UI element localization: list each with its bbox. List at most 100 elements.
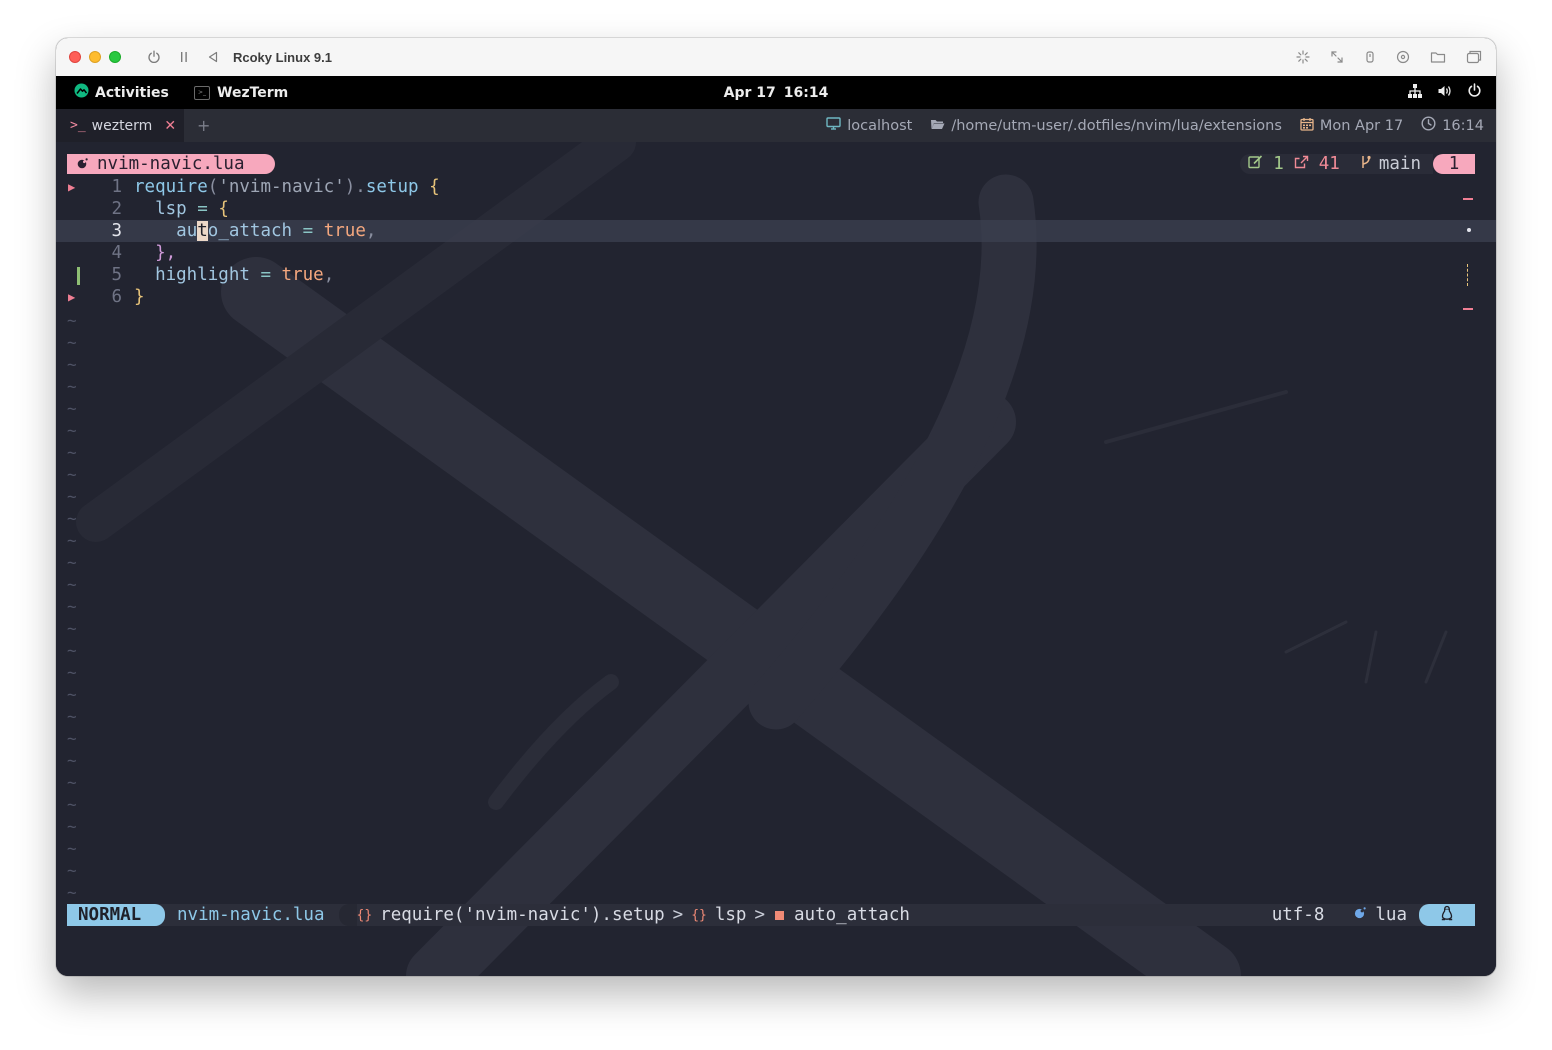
buffer-line-current[interactable]: 3 auto_attach = true, <box>56 220 1496 242</box>
wezterm-status: localhost /home/utm-user/.dotfiles/nvim/… <box>826 109 1484 142</box>
system-tray[interactable] <box>1407 76 1482 109</box>
close-window-button[interactable] <box>69 51 81 63</box>
status-time: 16:14 <box>1442 117 1484 134</box>
token-brace-open: { <box>429 177 440 197</box>
git-modified-count: 41 <box>1318 154 1340 174</box>
eob-tilde: ~ <box>67 421 77 440</box>
eob-tilde: ~ <box>67 839 77 858</box>
lua-icon <box>1354 907 1367 923</box>
spinner-icon[interactable] <box>1296 50 1310 64</box>
new-tab-button[interactable]: + <box>197 109 210 142</box>
fold-open-icon[interactable]: ▶ <box>68 176 78 198</box>
scrollbar-diagnostic-mark <box>1463 198 1473 200</box>
code-line-4: }, <box>134 242 176 264</box>
volume-icon <box>1437 83 1453 103</box>
eob-tilde: ~ <box>67 707 77 726</box>
code-line-5: highlight = true, <box>134 264 334 286</box>
tab-close-icon[interactable]: ✕ <box>164 118 176 134</box>
eob-tilde: ~ <box>67 795 77 814</box>
buffer-line[interactable]: 4 }, <box>56 242 1496 264</box>
nvim-winbar: nvim-navic.lua 1 41 main 1 <box>67 154 1475 174</box>
breadcrumb-item[interactable]: require('nvim-navic').setup <box>380 905 664 925</box>
buffer-line[interactable]: 2 lsp = { <box>56 198 1496 220</box>
resize-icon[interactable] <box>1330 50 1344 64</box>
buffer-line[interactable]: 5 highlight = true, <box>56 264 1496 286</box>
scrollbar-diagnostic-mark <box>1463 308 1473 310</box>
breadcrumb-item[interactable]: lsp <box>715 905 747 925</box>
os-indicator <box>1419 904 1475 926</box>
token-lsp: lsp <box>155 199 187 219</box>
git-branch-icon <box>1360 154 1371 174</box>
eob-tilde: ~ <box>67 531 77 550</box>
shared-folder-icon[interactable] <box>1430 50 1446 64</box>
network-icon <box>1407 83 1423 103</box>
linux-tux-icon <box>1440 905 1454 926</box>
token-brace-close: }, <box>155 243 177 263</box>
terminal-pane[interactable]: nvim-navic.lua 1 41 main 1 ▶ 1 require('… <box>56 142 1496 976</box>
eob-tilde: ~ <box>67 443 77 462</box>
winbar-filename: nvim-navic.lua <box>97 154 245 174</box>
status-date: Mon Apr 17 <box>1319 117 1404 134</box>
field-icon <box>775 910 785 920</box>
pause-icon[interactable] <box>179 51 189 63</box>
zoom-window-button[interactable] <box>109 51 121 63</box>
buffer-line[interactable]: ▶ 6 } <box>56 286 1496 308</box>
token-paren-open: ( <box>207 177 219 197</box>
winbar-status: 1 41 main 1 <box>1240 154 1475 174</box>
disc-icon[interactable] <box>1396 50 1410 64</box>
statusline-separator <box>338 904 357 926</box>
token-comma: , <box>323 265 335 285</box>
tab-wezterm[interactable]: >_ wezterm ✕ <box>56 109 184 142</box>
scrollbar-git-mark <box>1467 264 1469 286</box>
file-encoding: utf-8 <box>1271 905 1325 925</box>
nvim-statusline: NORMAL nvim-navic.lua {} require('nvim-n… <box>67 904 1475 926</box>
line-number: 4 <box>111 243 122 263</box>
eob-tilde: ~ <box>67 641 77 660</box>
token-eq: = <box>197 199 208 219</box>
breadcrumb-item[interactable]: auto_attach <box>794 905 910 925</box>
power-icon[interactable] <box>147 50 161 64</box>
windows-icon[interactable] <box>1466 50 1482 64</box>
line-number: 5 <box>111 265 122 285</box>
wezterm-tab-bar: >_ wezterm ✕ + localhost /home/utm-user/… <box>56 109 1496 142</box>
token-require: require <box>134 177 208 197</box>
code-line-2: lsp = { <box>134 198 229 220</box>
eob-tilde: ~ <box>67 553 77 572</box>
back-icon[interactable] <box>207 51 219 63</box>
eob-tilde: ~ <box>67 729 77 748</box>
eob-tilde: ~ <box>67 773 77 792</box>
usb-icon[interactable] <box>1364 50 1376 64</box>
eob-tilde: ~ <box>67 663 77 682</box>
token-true: true <box>323 221 366 241</box>
vm-titlebar: Rcoky Linux 9.1 <box>56 38 1496 77</box>
git-added-count: 1 <box>1273 154 1284 174</box>
eob-tilde: ~ <box>67 465 77 484</box>
monitor-icon <box>826 117 841 134</box>
vm-title: Rcoky Linux 9.1 <box>233 49 332 65</box>
eob-tilde: ~ <box>67 487 77 506</box>
status-cwd: /home/utm-user/.dotfiles/nvim/lua/extens… <box>951 117 1282 134</box>
eob-tilde: ~ <box>67 883 77 902</box>
lua-file-icon <box>77 154 88 174</box>
git-change-sign <box>77 267 80 285</box>
token-paren-close: ) <box>344 177 356 197</box>
fold-open-icon[interactable]: ▶ <box>68 286 78 308</box>
minimize-window-button[interactable] <box>89 51 101 63</box>
diagnostics-count: 1 <box>1433 154 1475 174</box>
object-icon: {} <box>691 907 707 923</box>
power-menu-icon <box>1467 83 1482 102</box>
buffer-line[interactable]: ▶ 1 require('nvim-navic').setup { <box>56 176 1496 198</box>
filetype: lua <box>1354 905 1407 925</box>
navic-breadcrumbs: {} require('nvim-navic').setup > {} lsp … <box>357 905 910 925</box>
object-icon: {} <box>356 907 373 923</box>
eob-tilde: ~ <box>67 685 77 704</box>
winbar-file[interactable]: nvim-navic.lua <box>67 154 275 174</box>
token-field-post: o_attach <box>207 221 293 241</box>
clock[interactable]: Apr 17 16:14 <box>56 76 1496 109</box>
line-number: 2 <box>111 199 122 219</box>
breadcrumb-separator: > <box>754 905 766 925</box>
token-true: true <box>281 265 324 285</box>
eob-tilde: ~ <box>67 355 77 374</box>
code-line-1: require('nvim-navic').setup { <box>134 176 440 198</box>
clock-icon <box>1421 116 1436 135</box>
